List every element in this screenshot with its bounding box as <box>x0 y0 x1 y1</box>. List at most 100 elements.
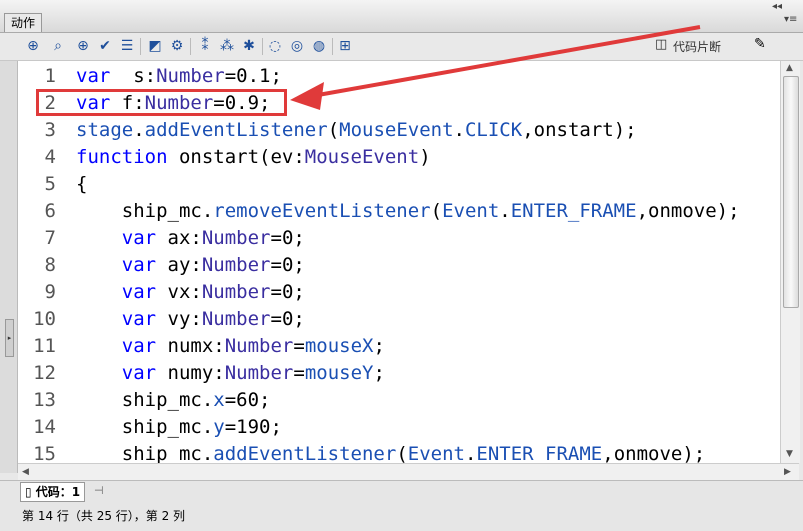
code-line[interactable]: { <box>76 171 87 198</box>
code-token: var <box>121 308 157 330</box>
code-line[interactable]: var s:Number=0.1; <box>76 63 282 90</box>
code-token: Number <box>156 65 225 87</box>
code-token: var <box>121 227 157 249</box>
code-token: addEventListener <box>213 443 397 463</box>
vertical-scroll-thumb[interactable] <box>783 76 799 308</box>
script-editor[interactable]: 1 var s:Number=0.1; 2 var f:Number=0.9; 3 sta… <box>18 61 780 463</box>
scroll-down-icon[interactable]: ▼ <box>786 449 793 459</box>
actions-toolbar: ⊕ ⌕ ⊕ ✔ ☰ ◩ ⚙ ⁑ ⁂ ✱ ◌ ◎ ◍ ⊞ ◫ 代码片断 ✎ <box>0 33 803 61</box>
code-token: ENTER_FRAME <box>510 200 637 222</box>
code-token: ax: <box>156 227 202 249</box>
line-number: 5 <box>44 173 56 195</box>
magic-wand-icon[interactable]: ✎ <box>754 36 766 52</box>
apply-line-comment-icon[interactable]: ◎ <box>288 37 306 55</box>
scroll-up-icon[interactable]: ▲ <box>786 63 793 73</box>
code-token: =0.1; <box>224 65 282 87</box>
code-token: ship_mc. <box>76 416 214 438</box>
code-token: MouseEvent <box>339 119 454 141</box>
tab-code[interactable]: ▯ 代码：1 <box>20 482 86 502</box>
find-icon[interactable]: ⌕ <box>49 37 67 55</box>
code-line[interactable]: ship_mc.x=60; <box>76 387 271 414</box>
code-token: Number <box>224 335 294 357</box>
expand-all-icon[interactable]: ✱ <box>240 37 258 55</box>
code-line[interactable]: ship_mc.y=190; <box>76 414 282 441</box>
line-number: 3 <box>44 119 56 141</box>
code-token: x <box>213 389 225 411</box>
add-statement-icon[interactable]: ⊕ <box>24 37 42 55</box>
code-token: ship_mc. <box>76 200 214 222</box>
code-token: numy: <box>156 362 225 384</box>
toolbar-separator <box>262 38 263 55</box>
code-line[interactable]: ship_mc.addEventListener(Event.ENTER_FRA… <box>76 441 705 463</box>
collapse-selection-icon[interactable]: ⁂ <box>218 37 236 55</box>
code-token: Number <box>201 227 271 249</box>
show-hide-toolbox-icon[interactable]: ⊞ <box>336 37 354 55</box>
horizontal-scrollbar[interactable]: ◀ ▶ <box>18 463 799 481</box>
code-token: var <box>121 281 157 303</box>
code-token: ) <box>419 146 431 168</box>
code-token: function <box>76 146 168 168</box>
toolbar-separator <box>140 38 141 55</box>
script-file-icon: ▯ <box>25 485 32 499</box>
debug-options-icon[interactable]: ⚙ <box>168 37 186 55</box>
code-token: Number <box>201 308 271 330</box>
code-token: removeEventListener <box>213 200 431 222</box>
panel-menu-icon[interactable]: ▾≡ <box>784 14 797 25</box>
tab-actions[interactable]: 动作 <box>4 13 43 32</box>
line-number: 11 <box>33 335 56 357</box>
code-token: var <box>76 65 111 87</box>
code-line[interactable]: var ax:Number=0; <box>76 225 305 252</box>
scroll-right-icon[interactable]: ▶ <box>784 467 791 477</box>
code-line[interactable]: var numx:Number=mouseX; <box>76 333 385 360</box>
code-snippets-icon[interactable]: ◫ <box>655 37 667 52</box>
toolbar-separator <box>190 38 191 55</box>
code-token: ; <box>373 335 385 357</box>
code-token: . <box>133 119 145 141</box>
panel-titlebar: 动作 ◂◂ ▾≡ <box>0 0 803 33</box>
toolbar-separator <box>332 38 333 55</box>
remove-comment-icon[interactable]: ◍ <box>310 37 328 55</box>
line-number: 9 <box>44 281 56 303</box>
code-token: ; <box>373 362 385 384</box>
auto-format-icon[interactable]: ☰ <box>118 37 136 55</box>
line-number: 8 <box>44 254 56 276</box>
line-number: 13 <box>33 389 56 411</box>
vertical-scrollbar[interactable]: ▲ ▼ <box>780 61 800 463</box>
code-token: =0; <box>270 281 305 303</box>
code-line[interactable]: function onstart(ev:MouseEvent) <box>76 144 431 171</box>
code-snippets-button[interactable]: 代码片断 <box>673 38 721 55</box>
insert-target-path-icon[interactable]: ⊕ <box>74 37 92 55</box>
left-collapse-strip: ▸ <box>0 61 18 473</box>
code-line[interactable]: ship_mc.removeEventListener(Event.ENTER_… <box>76 198 740 225</box>
code-line[interactable]: var vx:Number=0; <box>76 279 305 306</box>
pin-script-icon[interactable]: ⊣ <box>94 484 104 497</box>
code-line[interactable]: var numy:Number=mouseY; <box>76 360 385 387</box>
code-token: onstart(ev: <box>167 146 305 168</box>
code-token: =0; <box>270 308 305 330</box>
code-token: ay: <box>156 254 202 276</box>
code-token: = <box>293 335 305 357</box>
apply-block-comment-icon[interactable]: ◌ <box>266 37 284 55</box>
code-hint-icon[interactable]: ◩ <box>146 37 164 55</box>
code-token: ENTER_FRAME <box>476 443 603 463</box>
code-line[interactable]: var ay:Number=0; <box>76 252 305 279</box>
code-token: =190; <box>224 416 282 438</box>
scroll-left-icon[interactable]: ◀ <box>22 467 29 477</box>
code-line[interactable]: var vy:Number=0; <box>76 306 305 333</box>
code-line[interactable]: stage.addEventListener(MouseEvent.CLICK,… <box>76 117 637 144</box>
code-token: stage <box>76 119 134 141</box>
code-token: =60; <box>224 389 271 411</box>
script-tabs: ▯ 代码：1 ⊣ <box>0 480 803 503</box>
code-token: var <box>121 362 157 384</box>
line-number: 15 <box>33 443 56 463</box>
line-number: 14 <box>33 416 56 438</box>
panel-resize-handle[interactable]: ▸ <box>5 319 14 357</box>
code-token: Event <box>442 200 500 222</box>
collapse-panel-icon[interactable]: ◂◂ <box>772 1 782 12</box>
check-syntax-icon[interactable]: ✔ <box>96 37 114 55</box>
collapse-between-braces-icon[interactable]: ⁑ <box>196 37 214 55</box>
